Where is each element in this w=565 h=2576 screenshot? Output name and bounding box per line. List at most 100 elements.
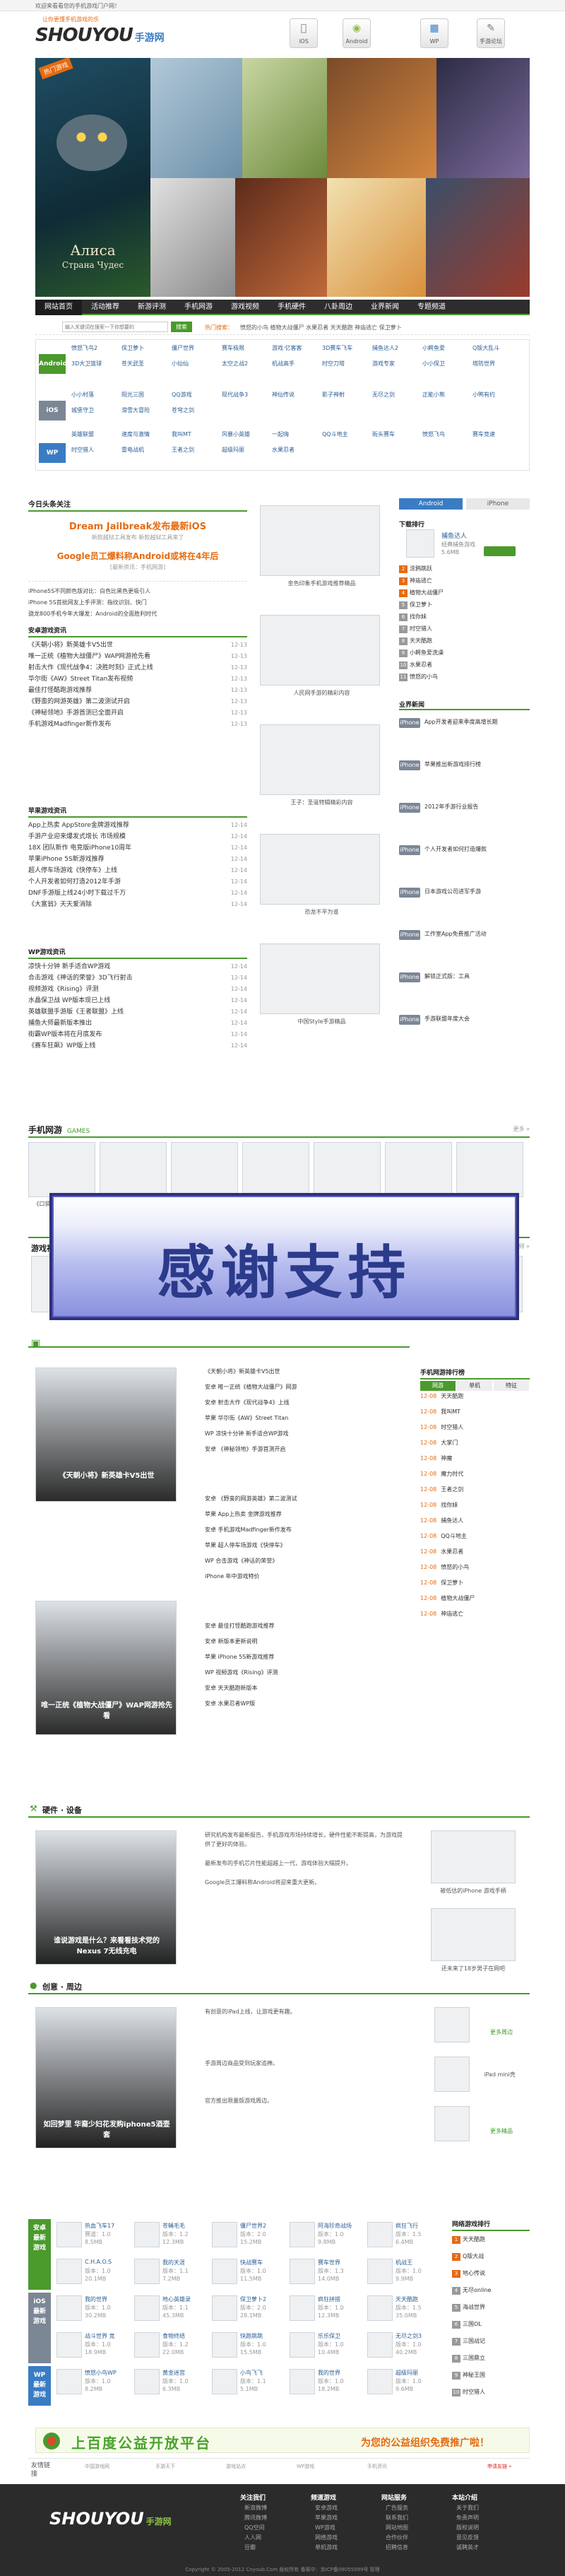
platform-ios-button[interactable]:  iOS — [290, 18, 318, 48]
mid-thumb-caption[interactable]: 中国Style手游精品 — [253, 1018, 391, 1025]
mobile-game-thumb[interactable] — [171, 1142, 238, 1197]
download-rank-item[interactable]: 7 时空猎人 — [399, 625, 530, 633]
platform-android-button[interactable]: ◉ Android — [343, 18, 371, 48]
game-news-hero-2[interactable]: 唯一正统《植物大战僵尸》WAP网游抢先看 — [35, 1601, 177, 1735]
platform-cell[interactable]: 3D大卫篮球 — [71, 360, 119, 367]
game-icon-thumb[interactable] — [290, 2259, 315, 2284]
game-name[interactable]: 战斗世界 竞 — [85, 2332, 133, 2340]
single-rank-item[interactable]: 6 三国OL — [452, 2320, 530, 2329]
online-rank-row[interactable]: 12-08 愤怒的小鸟 — [420, 1563, 530, 1571]
game-name[interactable]: 疯狂拼搭 — [318, 2295, 366, 2303]
platform-cell[interactable]: 愤怒飞鸟2 — [71, 344, 119, 352]
platform-cell[interactable]: 王者之剑 — [172, 446, 220, 454]
download-rank-item[interactable]: 5 保卫萝卜 — [399, 601, 530, 609]
game-name[interactable]: 赛车世界 — [318, 2259, 366, 2266]
thanks-support-banner[interactable]: 感谢支持 — [49, 1193, 519, 1320]
game-news-item[interactable]: 《天朝小将》新英雄卡V5出世 — [205, 1368, 410, 1375]
news-item[interactable]: 最佳打怪酷跑游戏推荐 12-13 — [28, 686, 247, 695]
platform-grid-label[interactable]: WP最新游戏 — [28, 2366, 51, 2406]
industry-news-item[interactable]: 手游联盟年度大会 — [424, 1015, 530, 1023]
search-input[interactable] — [62, 322, 168, 332]
platform-cell[interactable]: 愤怒飞鸟 — [422, 430, 470, 438]
single-rank-item[interactable]: 7 三国战记 — [452, 2337, 530, 2346]
game-icon-thumb[interactable] — [212, 2332, 237, 2358]
industry-news-item[interactable]: App开发者迎来季度高增长期 — [424, 718, 530, 727]
footer-link[interactable]: 合作伙伴 — [386, 2534, 408, 2541]
nav-review[interactable]: 新游评测 — [129, 300, 175, 315]
mid-thumb[interactable] — [260, 615, 380, 686]
news-item[interactable]: 街霸WP版本将在月底发布 12-14 — [28, 1030, 247, 1040]
online-rank-row[interactable]: 12-08 魔力时代 — [420, 1470, 530, 1478]
platform-cell[interactable]: 3D赛车飞车 — [322, 344, 370, 352]
news-item[interactable]: 苹果iPhone 5S新游戏推荐 12-14 — [28, 854, 247, 864]
game-news-item[interactable]: 安卓 《神秘领地》手游首测开启 — [205, 1445, 410, 1453]
friend-link[interactable]: 中国游戏网 — [85, 2463, 109, 2470]
platform-cell[interactable]: 捕鱼达人2 — [372, 344, 420, 352]
platform-cell[interactable]: 小鸭有约 — [472, 391, 521, 399]
platform-cell[interactable]: 小小保卫 — [422, 360, 470, 367]
game-icon-thumb[interactable] — [290, 2222, 315, 2247]
download-rank-item[interactable]: 8 天天酷跑 — [399, 637, 530, 645]
creative-side-thumb[interactable] — [434, 2106, 470, 2141]
platform-cell[interactable]: 水果忍者 — [272, 446, 320, 454]
game-icon-thumb[interactable] — [367, 2222, 393, 2247]
platform-cell[interactable]: QQ斗地主 — [322, 430, 370, 438]
game-news-item[interactable]: 安卓 新版本更新说明 — [205, 1637, 410, 1645]
news-item[interactable]: 合击游戏《神话的荣誉》3D飞行射击 12-14 — [28, 973, 247, 983]
news-item[interactable]: 射击大作《现代战争4：决胜时刻》正式上线 12-13 — [28, 663, 247, 673]
nav-special[interactable]: 专题频道 — [408, 300, 455, 315]
platform-cell[interactable]: 阳光三国 — [121, 391, 170, 399]
creative-paragraph[interactable]: 有创意的iPad上线，让游戏更有趣。 — [205, 2007, 403, 2016]
online-rank-row[interactable]: 12-08 我叫MT — [420, 1408, 530, 1416]
footer-link[interactable]: 网站地图 — [386, 2524, 408, 2531]
headline-item[interactable]: iPhone 5S首批网友上手评测：指纹识别、快门 — [28, 597, 247, 608]
nav-activity[interactable]: 活动推荐 — [82, 300, 129, 315]
game-news-item[interactable]: 安卓 手机游戏Madfinger新作发布 — [205, 1526, 410, 1534]
creative-paragraph[interactable]: 手游周边商品受到玩家追捧。 — [205, 2059, 403, 2068]
platform-cell[interactable]: QQ游戏 — [172, 391, 220, 399]
game-name[interactable]: 天天酷跑 — [396, 2295, 444, 2303]
industry-news-item[interactable]: 个人开发者如何打造爆款 — [424, 845, 530, 854]
headline-lead-1[interactable]: Dream Jailbreak发布最新iOS — [28, 519, 247, 532]
charity-banner[interactable]: 上百度公益开放平台 为您的公益组织免费推广啦！ — [35, 2428, 530, 2453]
hardware-side-thumb[interactable] — [431, 1908, 516, 1961]
download-button[interactable] — [484, 546, 516, 556]
game-icon-thumb[interactable] — [290, 2332, 315, 2358]
side-tab-iphone[interactable]: iPhone — [466, 498, 530, 510]
mobile-game-thumb[interactable] — [385, 1142, 452, 1197]
nav-home[interactable]: 网站首页 — [35, 300, 82, 315]
news-item[interactable]: 凉快十分钟 新手适合WP游戏 12-14 — [28, 962, 247, 972]
footer-link[interactable]: 版权说明 — [456, 2524, 479, 2531]
game-name[interactable]: 保卫萝卜2 — [240, 2295, 288, 2303]
platform-forum-button[interactable]: ✎ 手游论坛 — [477, 18, 505, 48]
creative-paragraph[interactable]: 官方推出限量版游戏周边。 — [205, 2096, 403, 2105]
industry-news-item[interactable]: 苹果推出新游戏排行榜 — [424, 760, 530, 769]
platform-cell[interactable]: 太空之战2 — [222, 360, 270, 367]
news-item[interactable]: 水晶保卫战 WP版本现已上线 12-14 — [28, 996, 247, 1006]
nav-video[interactable]: 游戏视频 — [222, 300, 268, 315]
game-icon-thumb[interactable] — [212, 2369, 237, 2394]
footer-link[interactable]: 免责声明 — [456, 2514, 479, 2522]
game-news-item[interactable]: 安卓 水果忍者WP版 — [205, 1700, 410, 1707]
creative-side-thumb[interactable] — [434, 2007, 470, 2042]
single-rank-item[interactable]: 9 神秘王国 — [452, 2371, 530, 2380]
friend-link[interactable]: 手机资讯 — [367, 2463, 387, 2470]
game-name[interactable]: C.H.A.O.S — [85, 2259, 133, 2265]
platform-cell[interactable]: 僵尸世界 — [172, 344, 220, 352]
news-item[interactable]: 18X 团队新作 电竞版iPhone10周年 12-14 — [28, 843, 247, 853]
creative-side-thumb[interactable] — [434, 2057, 470, 2092]
game-icon-thumb[interactable] — [134, 2332, 160, 2358]
online-rank-row[interactable]: 12-08 王者之剑 — [420, 1486, 530, 1493]
news-item[interactable]: 《天朝小将》新英雄卡V5出世 12-13 — [28, 640, 247, 650]
mid-thumb-caption[interactable]: 金色印象手机游戏推荐精品 — [253, 580, 391, 587]
platform-cell[interactable]: 英雄联盟 — [71, 430, 119, 438]
footer-link[interactable]: 新浪微博 — [244, 2504, 267, 2512]
single-rank-item[interactable]: 10 时空猎人 — [452, 2388, 530, 2396]
news-item[interactable]: 捕鱼大师最新版本推出 12-14 — [28, 1018, 247, 1028]
platform-cell[interactable]: 小仙仙 — [172, 360, 220, 367]
single-rank-item[interactable]: 5 海战世界 — [452, 2303, 530, 2312]
footer-link[interactable]: 广告服务 — [386, 2504, 408, 2512]
footer-link[interactable]: 苹果游戏 — [315, 2514, 338, 2522]
platform-row-wp-label[interactable]: WP — [39, 443, 66, 463]
footer-link[interactable]: 诚聘英才 — [456, 2543, 479, 2551]
